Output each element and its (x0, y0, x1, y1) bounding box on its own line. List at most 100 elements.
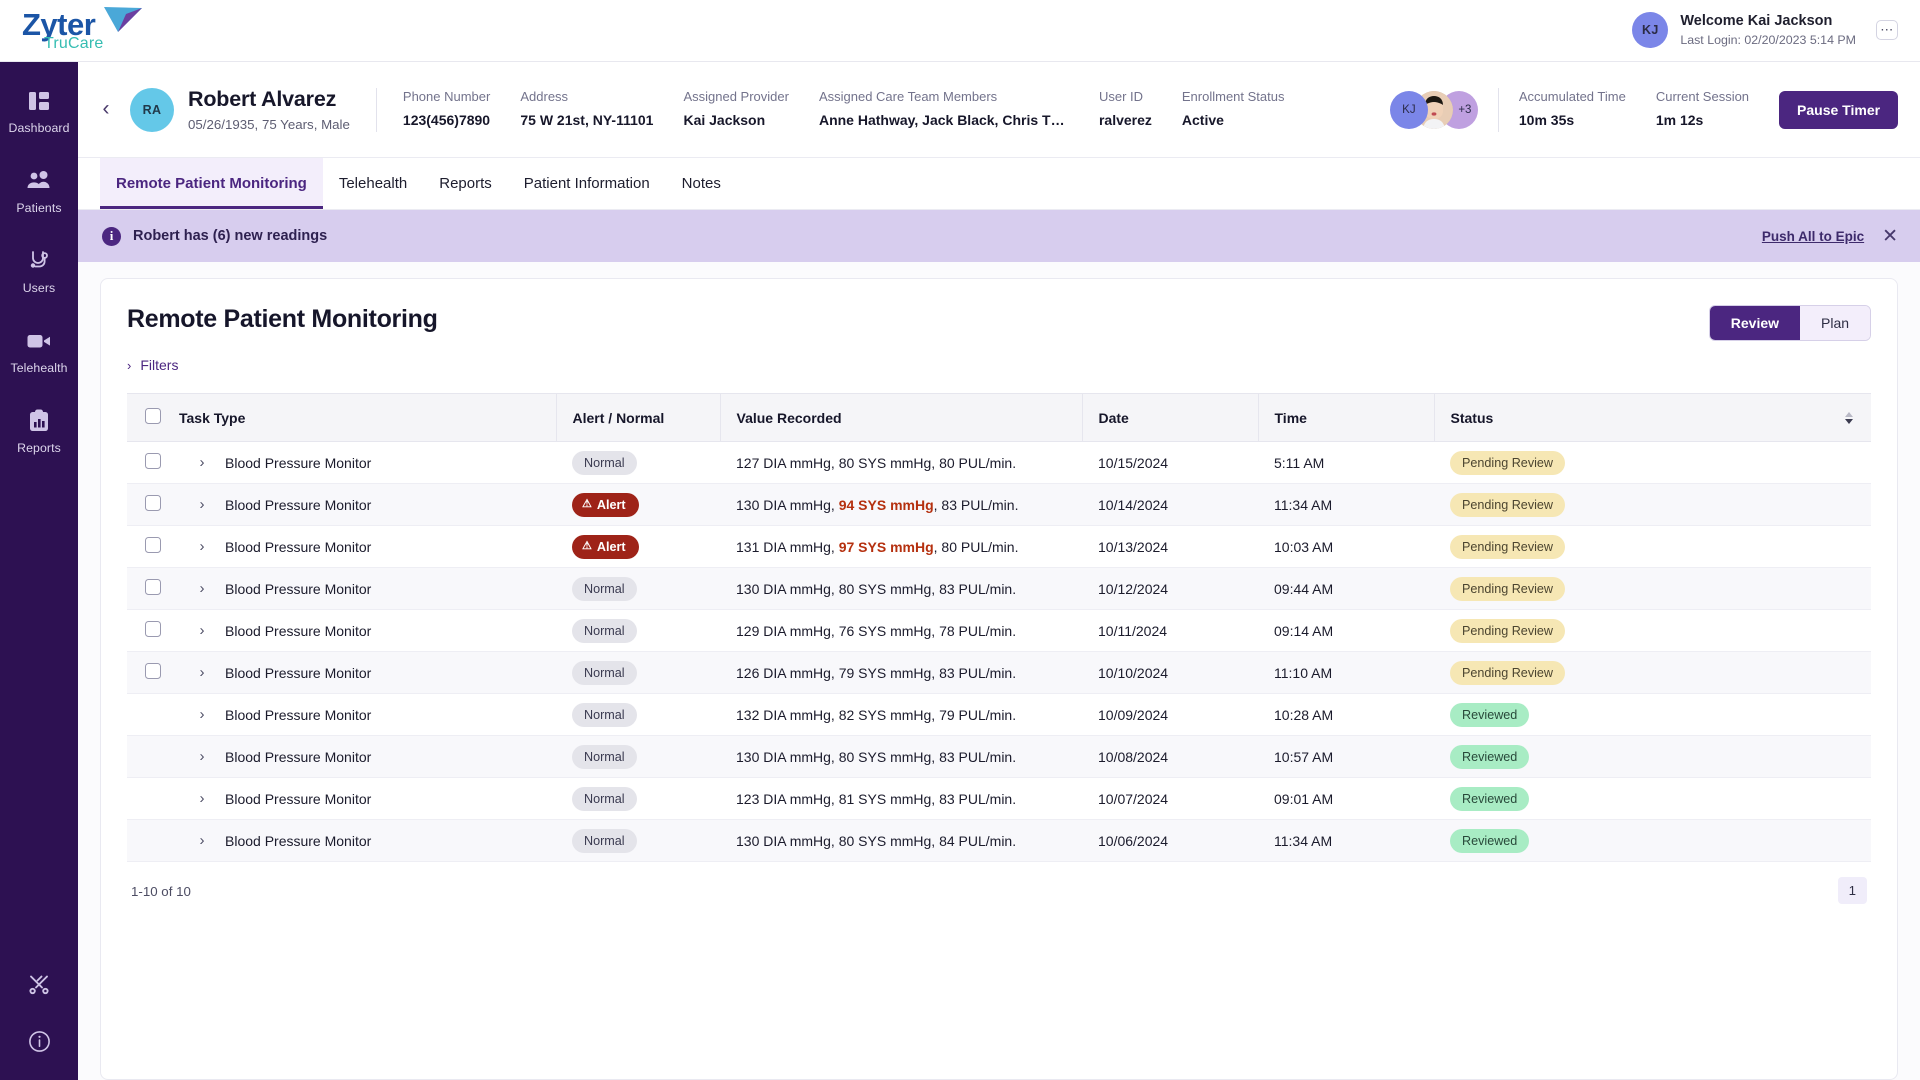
filters-toggle[interactable]: › Filters (127, 357, 1871, 373)
stethoscope-icon (26, 248, 52, 274)
row-expand-chevron-icon[interactable]: › (179, 580, 225, 597)
status-badge: Reviewed (1450, 786, 1530, 811)
row-expand-chevron-icon[interactable]: › (179, 790, 225, 807)
task-type-cell: › Blood Pressure Monitor (171, 442, 556, 484)
sidebar-label-users: Users (22, 281, 56, 295)
sidebar-item-info[interactable] (0, 1028, 78, 1054)
select-all-checkbox[interactable] (145, 408, 161, 424)
rpm-card: Remote Patient Monitoring Review Plan › … (100, 278, 1899, 1080)
normal-badge: Normal (572, 702, 637, 727)
table-row[interactable]: › Blood Pressure Monitor ⚠ Alert 130 DIA mmH… (127, 483, 1872, 526)
sidebar-item-reports[interactable]: Reports (0, 408, 78, 455)
table-row[interactable]: › Blood Pressure Monitor Normal 130 DIA mmH… (127, 567, 1872, 610)
alert-normal-cell: Normal (556, 652, 720, 694)
status-cell: Pending Review (1434, 526, 1871, 568)
column-date[interactable]: Date (1081, 393, 1258, 442)
review-toggle-button[interactable]: Review (1709, 306, 1801, 340)
tab-remote-patient-monitoring[interactable]: Remote Patient Monitoring (100, 158, 323, 209)
current-session-time: Current Session 1m 12s (1656, 88, 1749, 130)
tab-reports[interactable]: Reports (423, 158, 508, 209)
page-number-button[interactable]: 1 (1837, 877, 1868, 904)
sidebar-item-telehealth[interactable]: Telehealth (0, 328, 78, 375)
tab-telehealth[interactable]: Telehealth (323, 158, 423, 209)
row-select-cell (127, 820, 171, 862)
row-expand-chevron-icon[interactable]: › (179, 454, 225, 471)
value-recorded-cell: 129 DIA mmHg, 76 SYS mmHg, 78 PUL/min. (736, 622, 1017, 639)
global-top-bar: Zyter TruCare KJ Welcome Kai Jackson Las… (0, 0, 1920, 62)
field-user-id: User ID ralverez (1099, 88, 1152, 130)
sidebar-item-tools[interactable] (0, 972, 78, 998)
field-assigned-provider: Assigned Provider Kai Jackson (683, 88, 789, 130)
row-checkbox[interactable] (145, 495, 161, 511)
value-recorded-cell: 132 DIA mmHg, 82 SYS mmHg, 79 PUL/min. (736, 706, 1017, 723)
task-type-label: Blood Pressure Monitor (225, 832, 372, 849)
row-checkbox[interactable] (145, 621, 161, 637)
field-value: Kai Jackson (683, 112, 766, 129)
systolic-value: 80 SYS mmHg (838, 454, 932, 471)
status-badge: Pending Review (1450, 576, 1566, 601)
column-status[interactable]: Status (1433, 393, 1872, 442)
care-team-avatars[interactable]: KJ +3 (1389, 90, 1478, 129)
date-cell: 10/12/2024 (1098, 580, 1169, 597)
row-expand-chevron-icon[interactable]: › (179, 496, 225, 513)
status-badge: Reviewed (1450, 828, 1530, 853)
value-recorded-cell: 131 DIA mmHg, 97 SYS mmHg, 80 PUL/min. (736, 538, 1019, 555)
field-label: Address (520, 89, 569, 105)
close-icon[interactable]: ✕ (1882, 227, 1898, 246)
column-time[interactable]: Time (1257, 393, 1434, 442)
field-value: ralverez (1098, 112, 1152, 129)
time-cell: 10:57 AM (1274, 748, 1334, 765)
row-checkbox[interactable] (145, 663, 161, 679)
table-row[interactable]: › Blood Pressure Monitor Normal 130 DIA mmH… (127, 735, 1872, 778)
field-label: Accumulated Time (1518, 89, 1626, 105)
task-type-cell: › Blood Pressure Monitor (171, 778, 556, 820)
back-chevron-icon[interactable]: ‹ (88, 97, 124, 123)
row-select-cell (127, 568, 171, 610)
main-sidebar: Dashboard Patients Users Telehealth Repo… (0, 62, 78, 1080)
table-row[interactable]: › Blood Pressure Monitor Normal 129 DIA mmH… (127, 610, 1872, 652)
table-row[interactable]: › Blood Pressure Monitor Normal 132 DIA mmH… (127, 694, 1872, 736)
zyter-trucare-logo[interactable]: Zyter TruCare (16, 7, 142, 52)
row-expand-chevron-icon[interactable]: › (179, 622, 225, 639)
table-row[interactable]: › Blood Pressure Monitor ⚠ Alert 131 DIA mmH… (127, 526, 1872, 568)
top-user-area[interactable]: KJ Welcome Kai Jackson Last Login: 02/20… (1632, 12, 1898, 49)
column-task-type[interactable]: Task Type (171, 393, 556, 442)
row-expand-chevron-icon[interactable]: › (179, 664, 225, 681)
alert-label: Normal (584, 749, 625, 764)
more-options-icon[interactable]: ⋯ (1876, 20, 1898, 41)
column-alert-normal[interactable]: Alert / Normal (555, 393, 720, 442)
row-select-cell (127, 694, 171, 736)
task-type-cell: › Blood Pressure Monitor (171, 568, 556, 610)
task-type-label: Blood Pressure Monitor (225, 664, 372, 681)
column-value-recorded[interactable]: Value Recorded (719, 393, 1082, 442)
row-expand-chevron-icon[interactable]: › (179, 832, 225, 849)
sidebar-item-dashboard[interactable]: Dashboard (0, 88, 78, 135)
sidebar-item-patients[interactable]: Patients (0, 168, 78, 215)
table-row[interactable]: › Blood Pressure Monitor Normal 126 DIA mmH… (127, 651, 1872, 694)
row-checkbox[interactable] (145, 579, 161, 595)
status-cell: Reviewed (1434, 778, 1871, 820)
table-row[interactable]: › Blood Pressure Monitor Normal 130 DIA mmH… (127, 819, 1872, 862)
sidebar-item-users[interactable]: Users (0, 248, 78, 295)
row-expand-chevron-icon[interactable]: › (179, 538, 225, 555)
time-cell: 11:34 AM (1274, 496, 1333, 513)
alert-normal-cell: Normal (556, 610, 720, 652)
tab-patient-information[interactable]: Patient Information (508, 158, 666, 209)
plan-toggle-button[interactable]: Plan (1800, 306, 1871, 340)
patient-header: ‹ RA Robert Alvarez 05/26/1935, 75 Years… (78, 62, 1920, 158)
row-expand-chevron-icon[interactable]: › (179, 748, 225, 765)
tab-notes[interactable]: Notes (666, 158, 737, 209)
row-checkbox[interactable] (145, 537, 161, 553)
welcome-text: Welcome Kai Jackson (1680, 13, 1833, 30)
table-header-row: Task Type Alert / Normal Value Recorded … (127, 393, 1872, 442)
pause-timer-button[interactable]: Pause Timer (1779, 90, 1899, 129)
sidebar-label-patients: Patients (16, 201, 62, 215)
row-expand-chevron-icon[interactable]: › (179, 706, 225, 723)
push-all-to-epic-link[interactable]: Push All to Epic (1762, 229, 1864, 244)
filters-label: Filters (140, 357, 179, 373)
row-checkbox[interactable] (145, 453, 161, 469)
table-row[interactable]: › Blood Pressure Monitor Normal 127 DIA mmH… (127, 442, 1872, 484)
table-row[interactable]: › Blood Pressure Monitor Normal 123 DIA mmH… (127, 778, 1872, 820)
sort-icon[interactable] (1845, 411, 1854, 424)
banner-message: Robert has (6) new readings (133, 228, 328, 244)
